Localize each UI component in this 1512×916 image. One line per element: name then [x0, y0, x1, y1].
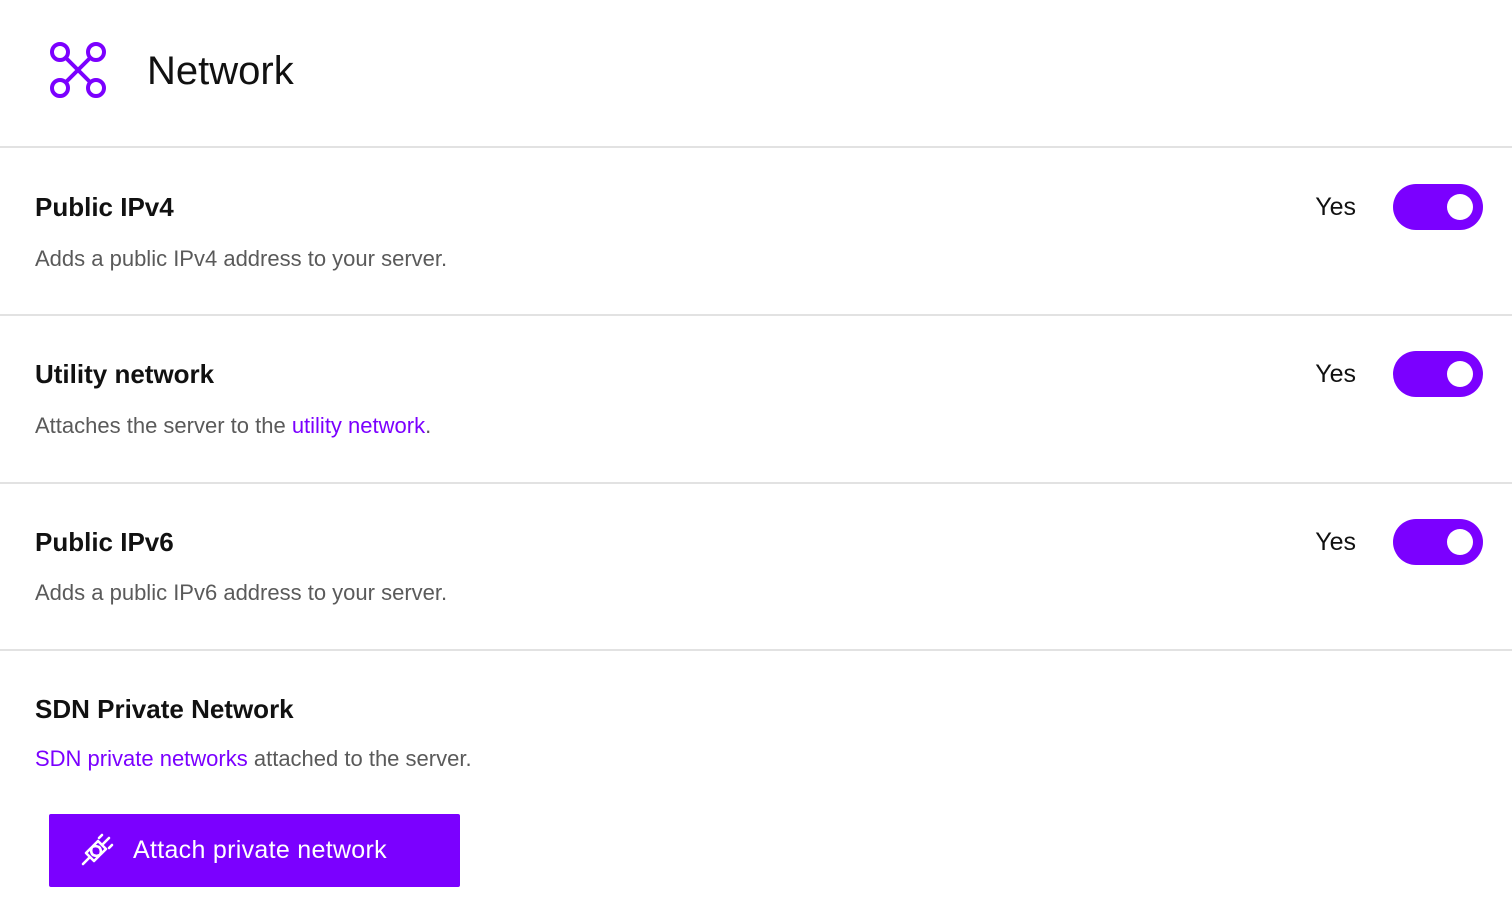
section-header: Network — [0, 0, 1512, 148]
utility-network-toggle[interactable] — [1393, 351, 1483, 397]
option-description: Adds a public IPv4 address to your serve… — [35, 246, 448, 271]
network-panel: Network Public IPv4 Adds a public IPv4 a… — [0, 0, 1512, 916]
description-suffix: . — [425, 413, 432, 438]
option-utility-network: Utility network Attaches the server to t… — [0, 316, 1512, 484]
option-description: Adds a public IPv6 address to your serve… — [35, 580, 448, 605]
toggle-state-label: Yes — [1315, 193, 1356, 221]
description-suffix: attached to the server. — [247, 746, 472, 771]
toggle-knob — [1447, 361, 1473, 387]
public-ipv4-toggle[interactable] — [1393, 184, 1483, 230]
description-text: Attaches the server to the — [35, 413, 292, 438]
option-public-ipv6: Public IPv6 Adds a public IPv6 address t… — [0, 484, 1512, 651]
utility-network-link[interactable]: utility network — [292, 413, 425, 438]
attach-private-network-button[interactable]: Attach private network — [49, 814, 460, 887]
toggle-knob — [1447, 194, 1473, 220]
option-description: Attaches the server to the utility netwo… — [35, 411, 431, 441]
toggle-knob — [1447, 529, 1473, 555]
page-title: Network — [147, 49, 294, 93]
option-public-ipv4: Public IPv4 Adds a public IPv4 address t… — [0, 150, 1512, 316]
toggle-state-label: Yes — [1315, 360, 1356, 388]
button-label: Attach private network — [133, 836, 387, 864]
option-title: Public IPv6 — [35, 527, 174, 557]
option-title: Public IPv4 — [35, 192, 174, 222]
sdn-description: SDN private networks attached to the ser… — [35, 744, 472, 774]
public-ipv6-toggle[interactable] — [1393, 519, 1483, 565]
plug-icon — [81, 833, 114, 865]
option-title: Utility network — [35, 359, 215, 389]
toggle-state-label: Yes — [1315, 528, 1356, 556]
network-icon — [50, 42, 106, 98]
sdn-title: SDN Private Network — [35, 694, 294, 724]
sdn-private-networks-link[interactable]: SDN private networks — [35, 746, 248, 771]
